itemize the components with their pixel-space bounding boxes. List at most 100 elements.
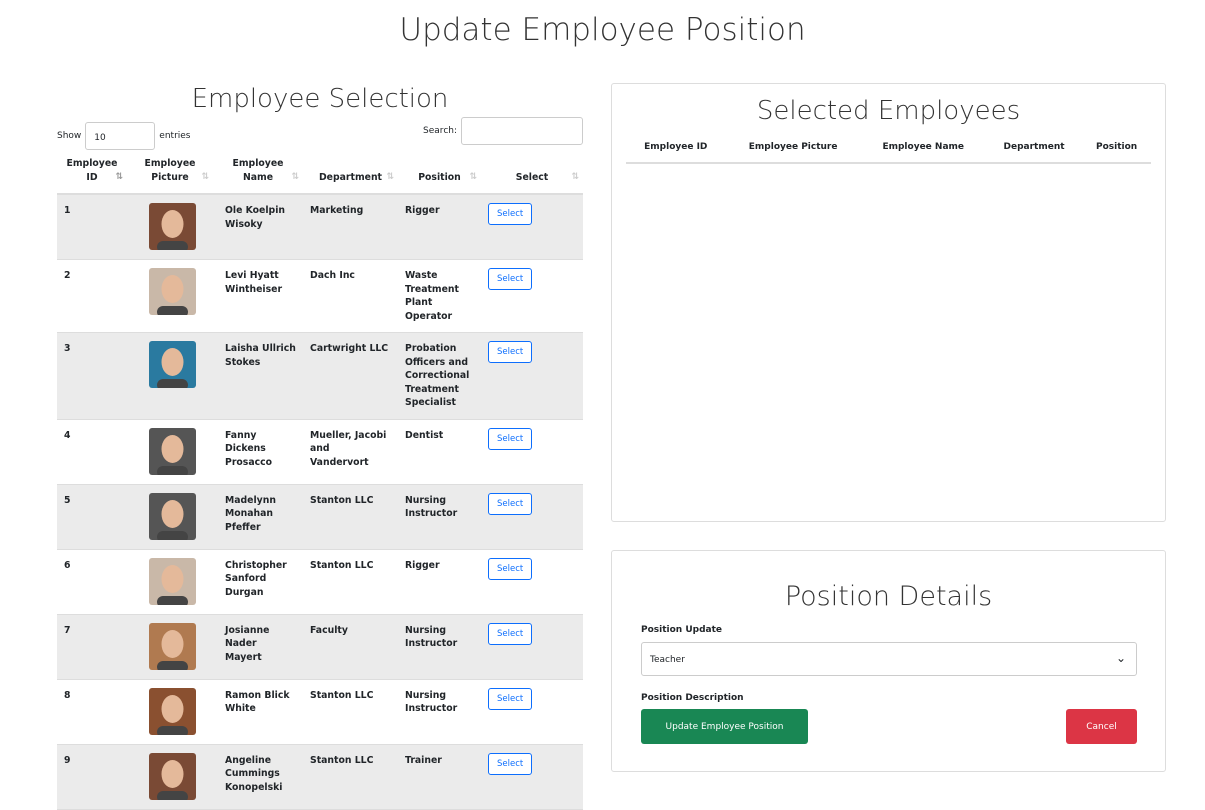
employee-name: Christopher Sanford Durgan: [213, 549, 303, 615]
page-title: Update Employee Position: [399, 12, 806, 48]
sort-icon[interactable]: ⇅: [469, 170, 477, 184]
employee-name: Laisha Ullrich Stokes: [213, 332, 303, 420]
employee-id: 6: [57, 549, 127, 615]
employee-department: Mueller, Jacobi and Vandervort: [303, 419, 398, 485]
column-header[interactable]: Employee ID: [626, 140, 726, 164]
employee-name: Fanny Dickens Prosacco: [213, 419, 303, 485]
employee-position: Rigger: [398, 549, 481, 615]
table-row: 5 Madelynn Monahan Pfeffer Stanton LLC N…: [57, 484, 583, 550]
column-header[interactable]: Employee Name: [860, 140, 986, 164]
employee-name: Angeline Cummings Konopelski: [213, 744, 303, 810]
employee-id: 1: [57, 194, 127, 260]
table-row: 1 Ole Koelpin Wisoky Marketing Rigger Se…: [57, 194, 583, 260]
employee-department: Faculty: [303, 614, 398, 680]
employee-position: Waste Treatment Plant Operator: [398, 259, 481, 333]
column-header[interactable]: Employee ID ⇅: [57, 154, 127, 195]
select-button[interactable]: Select: [488, 622, 533, 645]
employee-photo: [149, 492, 196, 540]
update-employee-position-button[interactable]: Update Employee Position: [641, 709, 808, 744]
employee-department: Cartwright LLC: [303, 332, 398, 420]
position-description-label: Position Description: [641, 693, 744, 703]
selected-employees-title: Selected Employees: [756, 96, 1021, 126]
table-row: 6 Christopher Sanford Durgan Stanton LLC…: [57, 549, 583, 615]
column-header[interactable]: Position ⇅: [398, 154, 481, 195]
employee-photo: [149, 203, 196, 250]
column-header[interactable]: Employee Picture: [725, 140, 861, 164]
select-button[interactable]: Select: [488, 492, 533, 515]
select-button[interactable]: Select: [488, 203, 533, 225]
employee-department: Stanton LLC: [303, 679, 398, 745]
column-header[interactable]: Employee Picture ⇅: [127, 154, 213, 195]
column-header[interactable]: Select ⇅: [481, 154, 583, 195]
employee-photo: [149, 427, 196, 475]
selected-employees-table: Employee ID Employee Picture Employee Name…: [626, 140, 1151, 164]
column-header-label: Employee ID: [66, 158, 118, 183]
position-update-value: Teacher: [650, 655, 685, 665]
sort-icon[interactable]: ⇅: [291, 170, 299, 184]
column-header-label: Position: [418, 172, 461, 183]
employee-id: 3: [57, 332, 127, 420]
employee-id: 7: [57, 614, 127, 680]
column-header[interactable]: Department ⇅: [303, 154, 398, 195]
table-row: 9 Angeline Cummings Konopelski Stanton L…: [57, 744, 583, 810]
employee-department: Stanton LLC: [303, 549, 398, 615]
select-button[interactable]: Select: [488, 557, 533, 580]
employee-photo: [149, 622, 196, 670]
employee-photo: [149, 752, 196, 800]
search-input[interactable]: [461, 117, 583, 145]
column-header-label: Select: [515, 172, 549, 183]
employee-photo: [149, 557, 196, 605]
employee-name: Levi Hyatt Wintheiser: [213, 259, 303, 333]
position-update-label: Position Update: [641, 625, 723, 635]
table-row: 2 Levi Hyatt Wintheiser Dach Inc Waste T…: [57, 259, 583, 333]
employee-position: Dentist: [398, 419, 481, 485]
column-header-label: Department: [318, 172, 383, 183]
cancel-button[interactable]: Cancel: [1066, 709, 1137, 744]
search-label: Search:: [423, 126, 457, 136]
employee-department: Marketing: [303, 194, 398, 260]
position-details-title: Position Details: [784, 581, 993, 612]
entries-label: entries: [159, 131, 191, 141]
employee-photo: [149, 268, 196, 315]
employee-name: Ramon Blick White: [213, 679, 303, 745]
column-header-label: Employee Picture: [144, 158, 196, 183]
employee-position: Nursing Instructor: [398, 679, 481, 745]
employee-photo: [149, 687, 196, 735]
select-button[interactable]: Select: [488, 752, 533, 775]
employee-id: 4: [57, 419, 127, 485]
employee-id: 9: [57, 744, 127, 810]
table-row: 4 Fanny Dickens Prosacco Mueller, Jacobi…: [57, 419, 583, 485]
select-button[interactable]: Select: [488, 687, 533, 710]
employee-department: Stanton LLC: [303, 744, 398, 810]
show-label: Show: [57, 131, 82, 141]
select-button[interactable]: Select: [488, 427, 533, 450]
column-header[interactable]: Department: [985, 140, 1083, 164]
employee-name: Madelynn Monahan Pfeffer: [213, 484, 303, 550]
employee-position: Nursing Instructor: [398, 614, 481, 680]
employee-photo: [149, 341, 196, 388]
table-row: 3 Laisha Ullrich Stokes Cartwright LLC P…: [57, 332, 583, 420]
employee-position: Nursing Instructor: [398, 484, 481, 550]
employee-id: 5: [57, 484, 127, 550]
employee-department: Dach Inc: [303, 259, 398, 333]
column-header[interactable]: Employee Name ⇅: [213, 154, 303, 195]
entries-select[interactable]: 10: [85, 122, 156, 150]
chevron-down-icon: ⌄: [1115, 651, 1126, 665]
sort-icon[interactable]: ⇅: [201, 170, 209, 184]
table-row: 7 Josianne Nader Mayert Faculty Nursing …: [57, 614, 583, 680]
employee-selection-panel: Employee Selection Show 10 entries Searc…: [57, 84, 583, 810]
sort-icon[interactable]: ⇅: [115, 170, 123, 184]
employee-id: 8: [57, 679, 127, 745]
select-button[interactable]: Select: [488, 268, 533, 290]
sort-icon[interactable]: ⇅: [571, 170, 579, 184]
table-row: 8 Ramon Blick White Stanton LLC Nursing …: [57, 679, 583, 745]
position-update-select[interactable]: Teacher ⌄: [641, 642, 1137, 676]
employee-selection-title: Employee Selection: [191, 84, 449, 114]
select-button[interactable]: Select: [488, 341, 533, 363]
column-header[interactable]: Position: [1082, 140, 1151, 164]
selected-employees-panel: Selected Employees Employee ID Employee P…: [611, 83, 1166, 522]
employee-name: Josianne Nader Mayert: [213, 614, 303, 680]
employee-id: 2: [57, 259, 127, 333]
sort-icon[interactable]: ⇅: [386, 170, 394, 184]
position-details-panel: Position Details Position Update Teacher…: [611, 550, 1166, 772]
